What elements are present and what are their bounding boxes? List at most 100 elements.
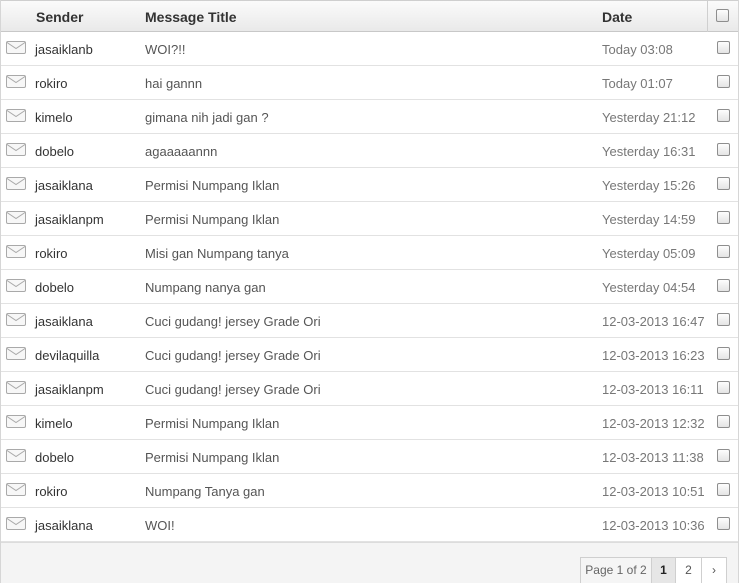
message-row[interactable]: dobelo Permisi Numpang Iklan 12-03-2013 11… bbox=[1, 440, 738, 474]
message-list: jasaiklanb WOI?!! Today 03:08 rokiro hai gan… bbox=[1, 32, 738, 542]
page-info: Page 1 of 2 bbox=[581, 558, 652, 583]
message-title[interactable]: Numpang Tanya gan bbox=[145, 484, 265, 499]
message-date: Yesterday 14:59 bbox=[602, 212, 696, 227]
message-checkbox[interactable] bbox=[717, 415, 730, 428]
envelope-icon bbox=[6, 109, 26, 122]
page-2-link[interactable]: 2 bbox=[676, 558, 702, 583]
message-date: Yesterday 04:54 bbox=[602, 280, 696, 295]
message-date: 12-03-2013 16:47 bbox=[602, 314, 705, 329]
message-checkbox[interactable] bbox=[717, 177, 730, 190]
message-sender[interactable]: kimelo bbox=[35, 110, 73, 125]
message-date: 12-03-2013 16:23 bbox=[602, 348, 705, 363]
message-row[interactable]: rokiro hai gannn Today 01:07 bbox=[1, 66, 738, 100]
message-sender[interactable]: kimelo bbox=[35, 416, 73, 431]
message-checkbox[interactable] bbox=[717, 245, 730, 258]
message-sender[interactable]: rokiro bbox=[35, 484, 68, 499]
message-checkbox[interactable] bbox=[717, 517, 730, 530]
message-date: 12-03-2013 10:36 bbox=[602, 518, 705, 533]
message-sender[interactable]: jasaiklanpm bbox=[35, 212, 104, 227]
message-title[interactable]: Permisi Numpang Iklan bbox=[145, 416, 279, 431]
envelope-icon bbox=[6, 381, 26, 394]
message-title[interactable]: hai gannn bbox=[145, 76, 202, 91]
message-sender[interactable]: dobelo bbox=[35, 450, 74, 465]
message-sender[interactable]: jasaiklanpm bbox=[35, 382, 104, 397]
message-sender[interactable]: dobelo bbox=[35, 144, 74, 159]
message-checkbox[interactable] bbox=[717, 381, 730, 394]
message-row[interactable]: dobelo Numpang nanya gan Yesterday 04:54 bbox=[1, 270, 738, 304]
message-checkbox[interactable] bbox=[717, 143, 730, 156]
message-date: 12-03-2013 11:38 bbox=[602, 450, 704, 465]
message-sender[interactable]: devilaquilla bbox=[35, 348, 99, 363]
message-sender[interactable]: rokiro bbox=[35, 246, 68, 261]
message-title[interactable]: WOI?!! bbox=[145, 42, 185, 57]
envelope-icon bbox=[6, 415, 26, 428]
message-date: Today 03:08 bbox=[602, 42, 673, 57]
envelope-icon bbox=[6, 517, 26, 530]
envelope-icon bbox=[6, 449, 26, 462]
message-date: 12-03-2013 12:32 bbox=[602, 416, 705, 431]
message-checkbox[interactable] bbox=[717, 109, 730, 122]
message-row[interactable]: jasaiklanb WOI?!! Today 03:08 bbox=[1, 32, 738, 66]
message-date: Yesterday 15:26 bbox=[602, 178, 696, 193]
envelope-icon bbox=[6, 211, 26, 224]
page-1-link[interactable]: 1 bbox=[652, 558, 676, 583]
message-checkbox[interactable] bbox=[717, 347, 730, 360]
message-row[interactable]: kimelo Permisi Numpang Iklan 12-03-2013 12… bbox=[1, 406, 738, 440]
message-title[interactable]: Permisi Numpang Iklan bbox=[145, 178, 279, 193]
message-checkbox[interactable] bbox=[717, 279, 730, 292]
column-header-date[interactable]: Date bbox=[602, 9, 632, 25]
message-checkbox[interactable] bbox=[717, 41, 730, 54]
footer: Page 1 of 2 1 2 › bbox=[1, 542, 738, 583]
message-title[interactable]: Cuci gudang! jersey Grade Ori bbox=[145, 382, 321, 397]
envelope-icon bbox=[6, 245, 26, 258]
message-title[interactable]: Cuci gudang! jersey Grade Ori bbox=[145, 348, 321, 363]
message-checkbox[interactable] bbox=[717, 483, 730, 496]
message-date: Yesterday 16:31 bbox=[602, 144, 696, 159]
envelope-icon bbox=[6, 143, 26, 156]
message-sender[interactable]: jasaiklana bbox=[35, 314, 93, 329]
column-header-sender[interactable]: Sender bbox=[36, 9, 83, 25]
envelope-icon bbox=[6, 41, 26, 54]
message-title[interactable]: WOI! bbox=[145, 518, 175, 533]
message-row[interactable]: jasaiklana Cuci gudang! jersey Grade Ori 1… bbox=[1, 304, 738, 338]
message-row[interactable]: jasaiklanpm Cuci gudang! jersey Grade Ori… bbox=[1, 372, 738, 406]
select-all-checkbox[interactable] bbox=[716, 9, 729, 22]
envelope-icon bbox=[6, 347, 26, 360]
message-title[interactable]: gimana nih jadi gan ? bbox=[145, 110, 269, 125]
message-title[interactable]: agaaaaannn bbox=[145, 144, 217, 159]
message-row[interactable]: devilaquilla Cuci gudang! jersey Grade Or… bbox=[1, 338, 738, 372]
pagination: Page 1 of 2 1 2 › bbox=[580, 557, 727, 583]
message-checkbox[interactable] bbox=[717, 313, 730, 326]
message-sender[interactable]: jasaiklanb bbox=[35, 42, 93, 57]
message-title[interactable]: Permisi Numpang Iklan bbox=[145, 450, 279, 465]
message-row[interactable]: rokiro Misi gan Numpang tanya Yesterday 05… bbox=[1, 236, 738, 270]
message-row[interactable]: rokiro Numpang Tanya gan 12-03-2013 10:51 bbox=[1, 474, 738, 508]
message-title[interactable]: Cuci gudang! jersey Grade Ori bbox=[145, 314, 321, 329]
message-sender[interactable]: jasaiklana bbox=[35, 178, 93, 193]
message-date: Yesterday 21:12 bbox=[602, 110, 696, 125]
message-sender[interactable]: dobelo bbox=[35, 280, 74, 295]
message-title[interactable]: Misi gan Numpang tanya bbox=[145, 246, 289, 261]
table-header: Sender Message Title Date bbox=[1, 0, 738, 32]
envelope-icon bbox=[6, 75, 26, 88]
inbox-panel: Sender Message Title Date jasaiklanb WOI?… bbox=[0, 0, 739, 583]
next-page-button[interactable]: › bbox=[702, 558, 726, 583]
message-title[interactable]: Numpang nanya gan bbox=[145, 280, 266, 295]
envelope-icon bbox=[6, 483, 26, 496]
envelope-icon bbox=[6, 177, 26, 190]
column-header-title[interactable]: Message Title bbox=[145, 9, 237, 25]
message-row[interactable]: kimelo gimana nih jadi gan ? Yesterday 21:… bbox=[1, 100, 738, 134]
message-sender[interactable]: jasaiklana bbox=[35, 518, 93, 533]
message-date: Today 01:07 bbox=[602, 76, 673, 91]
message-row[interactable]: jasaiklana Permisi Numpang Iklan Yesterday… bbox=[1, 168, 738, 202]
message-sender[interactable]: rokiro bbox=[35, 76, 68, 91]
message-row[interactable]: jasaiklana WOI! 12-03-2013 10:36 bbox=[1, 508, 738, 542]
message-date: 12-03-2013 16:11 bbox=[602, 382, 704, 397]
message-checkbox[interactable] bbox=[717, 449, 730, 462]
message-checkbox[interactable] bbox=[717, 211, 730, 224]
select-all-cell bbox=[707, 1, 738, 32]
message-checkbox[interactable] bbox=[717, 75, 730, 88]
message-row[interactable]: jasaiklanpm Permisi Numpang Iklan Yesterda… bbox=[1, 202, 738, 236]
message-title[interactable]: Permisi Numpang Iklan bbox=[145, 212, 279, 227]
message-row[interactable]: dobelo agaaaaannn Yesterday 16:31 bbox=[1, 134, 738, 168]
